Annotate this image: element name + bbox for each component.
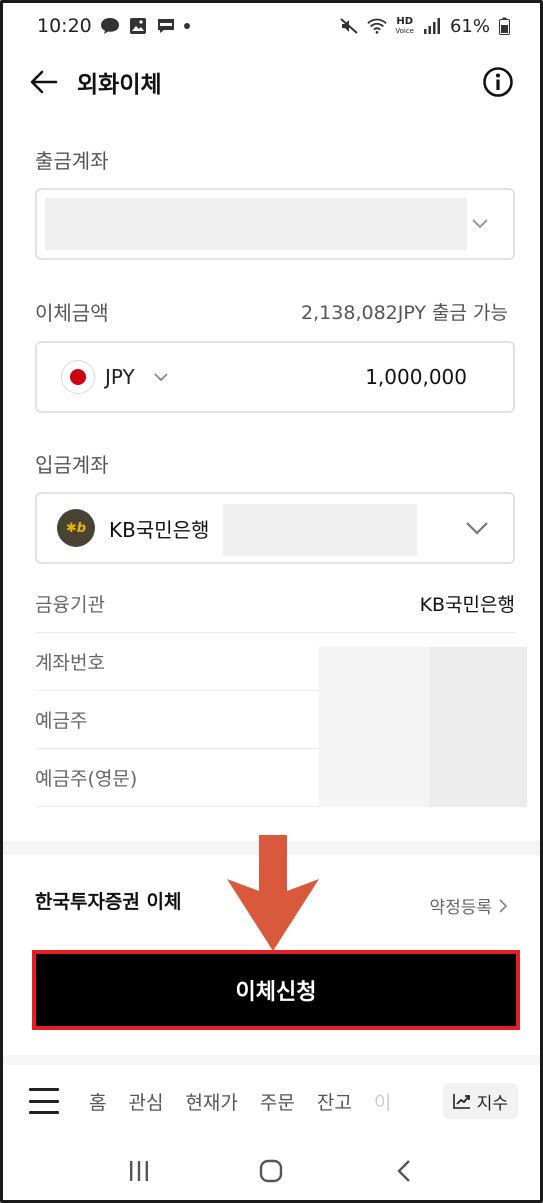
agreement-register-label: 약정등록 [429, 898, 492, 918]
app-screen: 10:20 HD Voice 61% 외화이체 출금계좌 이체금액 2,138,… [0, 0, 543, 1203]
deposit-account-select[interactable]: ✱b KB국민은행 [35, 492, 515, 564]
nav-item-watchlist[interactable]: 관심 [128, 1088, 163, 1115]
withdraw-account-select[interactable] [35, 188, 515, 260]
info-icon [483, 67, 513, 97]
amount-input[interactable]: 1,000,000 [365, 365, 467, 389]
blog-icon [156, 17, 176, 35]
detail-label: 예금주(영문) [35, 768, 138, 790]
notification-dot-icon [183, 23, 190, 29]
detail-label: 계좌번호 [35, 652, 105, 674]
status-time: 10:20 [37, 15, 92, 37]
android-navigation-bar [3, 1139, 540, 1200]
voice-label: Voice [395, 26, 414, 35]
chevron-left-icon [397, 1160, 410, 1182]
chat-bubble-icon [100, 17, 120, 35]
available-balance-note: 2,138,082JPY 출금 가능 [301, 302, 508, 324]
withdraw-account-label: 출금계좌 [35, 149, 109, 173]
app-header: 외화이체 [3, 51, 540, 113]
signal-icon [422, 17, 442, 35]
detail-label: 예금주 [35, 710, 88, 732]
detail-label: 금융기관 [35, 594, 105, 616]
nav-item-home[interactable]: 홈 [89, 1088, 106, 1115]
kb-bank-logo-icon: ✱b [57, 509, 95, 547]
nav-item-order[interactable]: 주문 [260, 1088, 295, 1115]
masked-account-number [45, 198, 467, 250]
hd-voice-indicator: HD Voice [395, 15, 414, 36]
status-right: HD Voice 61% [339, 16, 510, 37]
bottom-nav: 홈 관심 현재가 주문 잔고 이 지수 [3, 1073, 540, 1129]
nav-item-truncated[interactable]: 이 [374, 1088, 391, 1115]
arrow-down-annotation-icon [227, 835, 319, 951]
masked-account-details-block [429, 647, 527, 807]
home-icon [260, 1159, 283, 1183]
status-left: 10:20 [37, 15, 190, 37]
wifi-icon [367, 17, 388, 35]
transfer-amount-field: JPY 1,000,000 [35, 341, 515, 413]
detail-value: KB국민은행 [419, 594, 515, 616]
mute-icon [339, 17, 359, 35]
chevron-down-icon [472, 219, 488, 229]
hd-label: HD [396, 15, 413, 27]
status-bar: 10:20 HD Voice 61% [3, 3, 540, 49]
deposit-bank-name: KB국민은행 [109, 517, 210, 542]
submit-label: 이체신청 [235, 980, 317, 1005]
info-button[interactable] [482, 66, 514, 98]
bottom-divider [3, 1055, 540, 1065]
chevron-down-icon [466, 522, 488, 535]
deposit-account-label: 입금계좌 [35, 453, 109, 477]
currency-select[interactable]: JPY [105, 365, 135, 389]
gallery-icon [128, 17, 148, 35]
japan-flag-icon [61, 360, 95, 394]
nav-item-balance[interactable]: 잔고 [317, 1088, 352, 1115]
index-button[interactable]: 지수 [442, 1083, 518, 1119]
currency-chevron-down-icon[interactable] [153, 372, 169, 382]
index-label: 지수 [476, 1093, 508, 1114]
home-button[interactable] [241, 1151, 301, 1191]
recent-apps-icon [130, 1161, 149, 1181]
agreement-register-link[interactable]: 약정등록 [429, 893, 508, 918]
hamburger-menu-icon[interactable] [29, 1088, 59, 1114]
detail-row-institution: 금융기관 KB국민은행 [35, 575, 515, 633]
arrow-left-icon [30, 70, 58, 94]
battery-percent: 61% [449, 15, 490, 37]
page-title: 외화이체 [77, 72, 162, 98]
kb-logo-text: ✱b [65, 520, 87, 536]
battery-icon [498, 17, 510, 35]
recent-apps-button[interactable] [109, 1151, 169, 1191]
kis-transfer-title: 한국투자증권 이체 [35, 891, 182, 913]
trend-chart-icon [452, 1094, 470, 1109]
back-button[interactable] [29, 67, 59, 97]
chevron-right-icon [499, 898, 508, 913]
system-back-button[interactable] [374, 1151, 434, 1191]
transfer-amount-label: 이체금액 [35, 301, 109, 325]
transfer-submit-button[interactable]: 이체신청 [32, 950, 520, 1030]
nav-item-price[interactable]: 현재가 [185, 1088, 237, 1115]
masked-deposit-account [223, 504, 417, 556]
